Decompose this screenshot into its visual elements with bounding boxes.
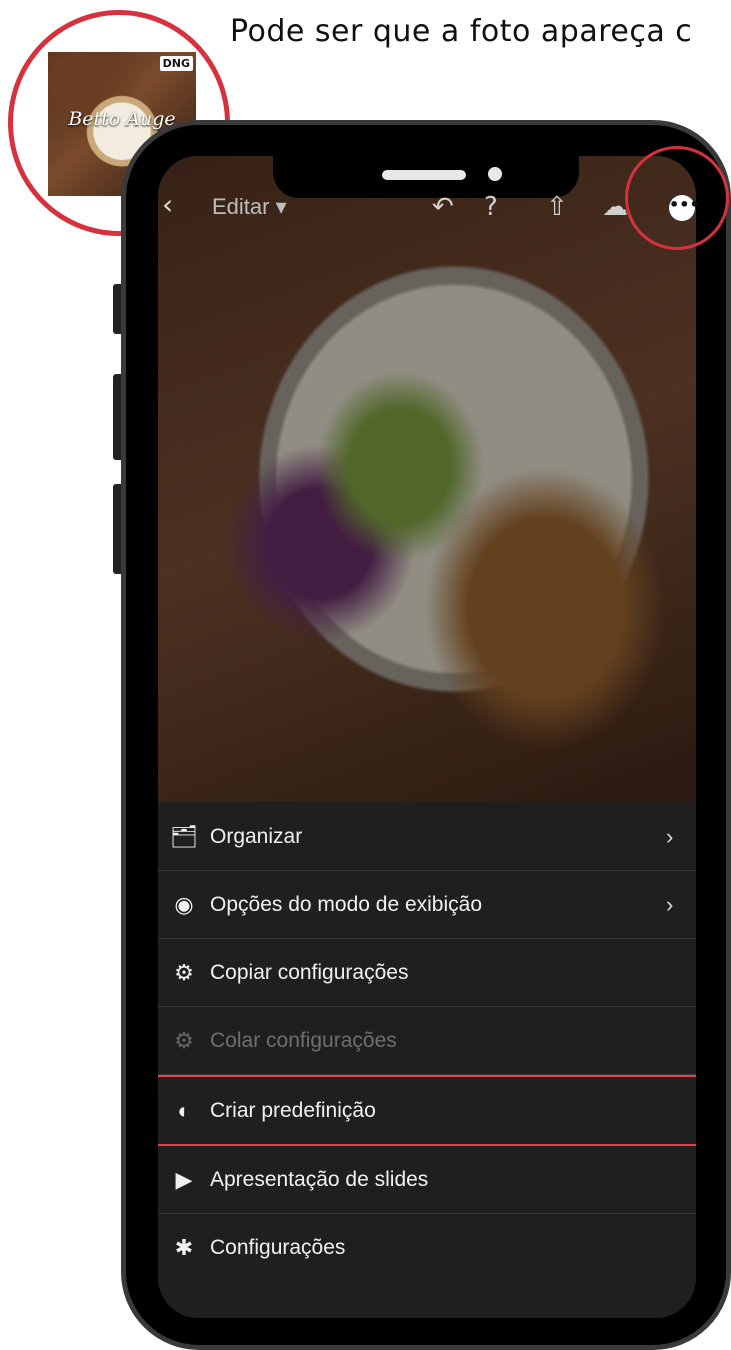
menu-item-label: Apresentação de slides [210, 1167, 429, 1191]
menu-item-label: Opções do modo de exibição [210, 892, 483, 916]
menu-item-view-options[interactable]: ◉ Opções do modo de exibição › [158, 871, 696, 939]
menu-item-label: Colar configurações [210, 1028, 397, 1052]
share-icon[interactable]: ⇧ [546, 192, 568, 222]
more-highlight-circle [625, 146, 729, 250]
view-options-icon: ◉ [174, 891, 194, 917]
phone-speaker [382, 170, 466, 180]
menu-item-label: Criar predefinição [210, 1098, 376, 1122]
menu-item-create-preset[interactable]: ◐ Criar predefinição [158, 1075, 696, 1146]
top-toolbar: ‹ Editar ▾ ↶ ? ⇧ ☁ [158, 186, 696, 230]
menu-item-copy-settings[interactable]: ⚙ Copiar configurações [158, 939, 696, 1007]
gear-icon: ✱ [174, 1234, 194, 1260]
menu-item-label: Copiar configurações [210, 960, 409, 984]
create-preset-icon: ◐ [177, 1097, 191, 1123]
phone-camera [488, 167, 502, 181]
menu-item-label: Organizar [210, 824, 303, 848]
organize-icon: 🗂 [170, 823, 198, 849]
menu-item-organize[interactable]: 🗂 Organizar › [158, 803, 696, 871]
chevron-right-icon: › [666, 891, 674, 917]
menu-item-label: Configurações [210, 1235, 346, 1259]
menu-item-slideshow[interactable]: ▶ Apresentação de slides [158, 1146, 696, 1214]
undo-icon[interactable]: ↶ [432, 192, 454, 222]
menu-item-paste-settings: ⚙ Colar configurações [158, 1007, 696, 1075]
paste-settings-icon: ⚙ [174, 1027, 194, 1053]
help-icon[interactable]: ? [484, 192, 498, 222]
caption-text: Pode ser que a foto apareça c [230, 14, 693, 49]
food-photo [158, 156, 696, 802]
overflow-menu: 🗂 Organizar › ◉ Opções do modo de exibiç… [158, 803, 696, 1281]
chevron-right-icon: › [666, 823, 674, 849]
play-icon: ▶ [175, 1166, 193, 1192]
chevron-left-icon[interactable]: ‹ [162, 188, 173, 221]
menu-item-settings[interactable]: ✱ Configurações [158, 1214, 696, 1281]
copy-settings-icon: ⚙ [174, 959, 194, 985]
edit-menu-button[interactable]: Editar ▾ [212, 194, 287, 220]
